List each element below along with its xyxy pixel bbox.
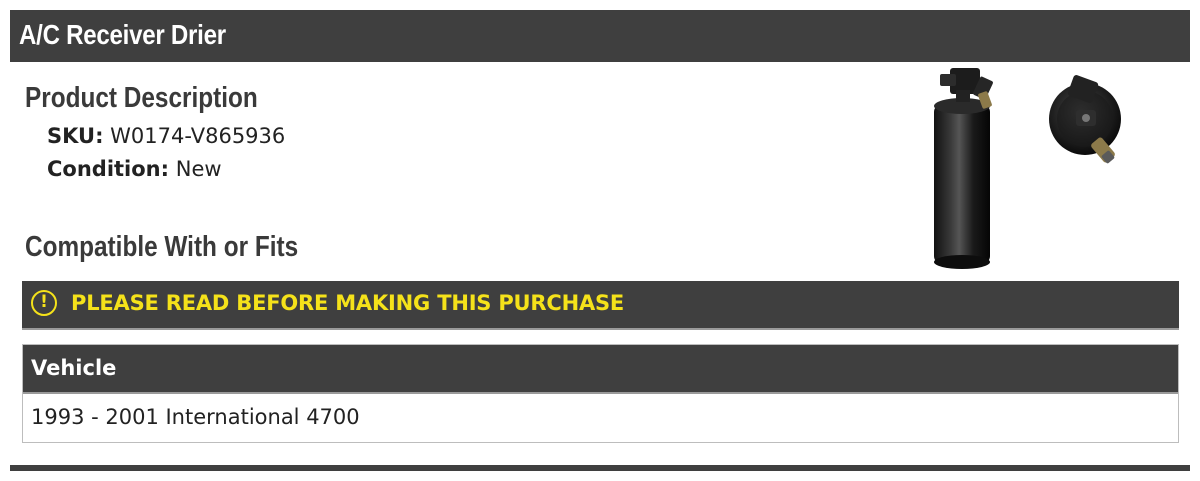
vehicle-column-header: Vehicle bbox=[31, 356, 117, 380]
warning-text: PLEASE READ BEFORE MAKING THIS PURCHASE bbox=[71, 291, 625, 315]
sku-label: SKU: bbox=[47, 124, 104, 148]
condition-label: Condition: bbox=[47, 157, 170, 181]
title-bar: A/C Receiver Drier bbox=[10, 10, 1190, 62]
table-row: 1993 - 2001 International 4700 bbox=[23, 394, 1178, 442]
bottom-divider bbox=[10, 465, 1190, 471]
condition-value: New bbox=[175, 157, 222, 181]
vehicle-table-header: Vehicle bbox=[23, 345, 1178, 394]
vehicle-table: Vehicle 1993 - 2001 International 4700 bbox=[22, 344, 1179, 443]
page-title: A/C Receiver Drier bbox=[19, 19, 226, 50]
vehicle-cell: 1993 - 2001 International 4700 bbox=[31, 405, 360, 429]
compatible-heading: Compatible With or Fits bbox=[25, 231, 299, 263]
product-image[interactable] bbox=[920, 64, 1130, 274]
sku-value: W0174-V865936 bbox=[110, 124, 286, 148]
sku-field: SKU: W0174-V865936 bbox=[47, 124, 285, 148]
receiver-drier-image bbox=[934, 68, 1121, 269]
product-description-heading: Product Description bbox=[25, 82, 258, 114]
exclamation-circle-icon: ! bbox=[31, 290, 57, 316]
purchase-warning-banner: ! PLEASE READ BEFORE MAKING THIS PURCHAS… bbox=[22, 281, 1179, 330]
condition-field: Condition: New bbox=[47, 157, 222, 181]
